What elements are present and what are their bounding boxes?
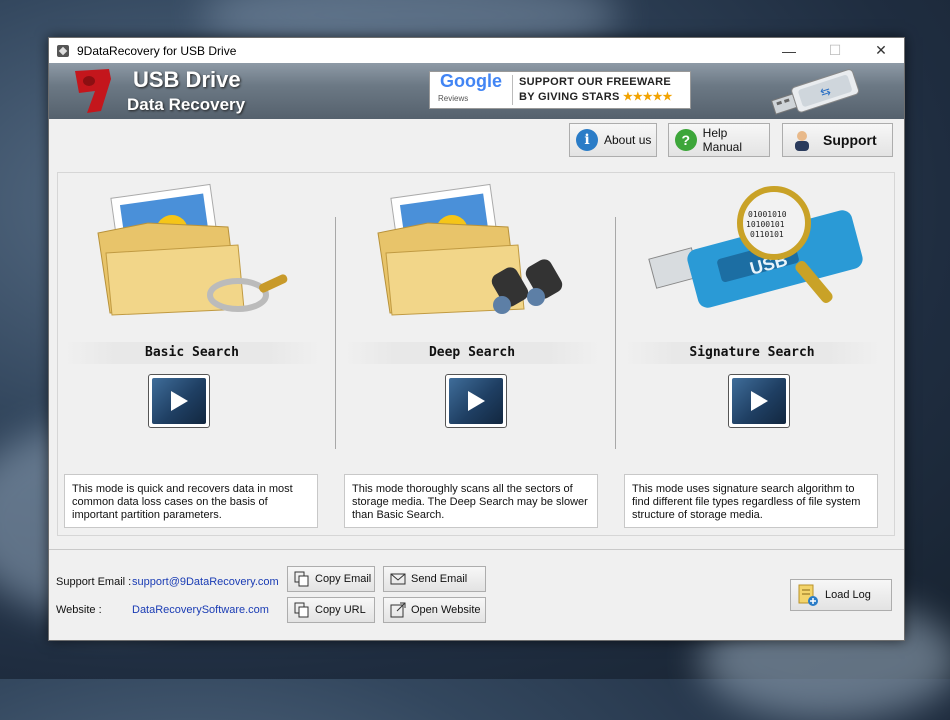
external-link-icon bbox=[390, 602, 406, 618]
header-banner: USB Drive Data Recovery Google Reviews S… bbox=[49, 63, 904, 119]
copy-url-button[interactable]: Copy URL bbox=[287, 597, 375, 623]
mode-deep-search: Deep Search This mode thoroughly scans a… bbox=[338, 173, 600, 535]
deep-search-description: This mode thoroughly scans all the secto… bbox=[344, 474, 598, 528]
toolbar: i About us ? Help Manual Support bbox=[49, 119, 904, 163]
person-icon bbox=[795, 131, 809, 151]
banner-title: USB Drive bbox=[133, 67, 241, 92]
send-email-button[interactable]: Send Email bbox=[383, 566, 486, 592]
envelope-icon bbox=[390, 573, 406, 585]
maximize-button[interactable]: ☐ bbox=[812, 38, 858, 63]
copy-icon bbox=[294, 571, 309, 587]
google-review-banner[interactable]: Google Reviews SUPPORT OUR FREEWARE BY G… bbox=[429, 71, 691, 109]
banner-subtitle: Data Recovery bbox=[127, 95, 246, 114]
promo-line-1: SUPPORT OUR FREEWARE bbox=[519, 76, 672, 88]
open-website-button[interactable]: Open Website bbox=[383, 597, 486, 623]
signature-search-label: Signature Search bbox=[624, 342, 880, 364]
help-manual-button[interactable]: ? Help Manual bbox=[668, 123, 770, 157]
promo-line-2: BY GIVING STARS bbox=[519, 91, 620, 103]
deep-search-label: Deep Search bbox=[344, 342, 600, 364]
basic-search-label: Basic Search bbox=[64, 342, 320, 364]
load-log-label: Load Log bbox=[825, 589, 871, 601]
open-website-label: Open Website bbox=[411, 604, 481, 616]
signature-search-play-button[interactable] bbox=[728, 374, 790, 428]
usb-magnifier-icon: USB 01001010 10100101 0110101 bbox=[648, 186, 863, 308]
copy-url-label: Copy URL bbox=[315, 604, 366, 616]
about-us-button[interactable]: i About us bbox=[569, 123, 657, 157]
folder-binoculars-icon bbox=[377, 183, 563, 316]
stars-rating: ★★★★★ bbox=[623, 91, 673, 103]
title-bar: 9DataRecovery for USB Drive — ☐ ✕ bbox=[49, 38, 904, 63]
support-label: Support bbox=[823, 132, 877, 148]
mode-signature-search: USB 01001010 10100101 0110101 Signature … bbox=[618, 173, 880, 535]
support-email-link[interactable]: support@9DataRecovery.com bbox=[132, 576, 279, 588]
website-link[interactable]: DataRecoverySoftware.com bbox=[132, 604, 269, 616]
divider bbox=[335, 217, 336, 449]
load-log-button[interactable]: Load Log bbox=[790, 579, 892, 611]
info-icon: i bbox=[576, 129, 598, 151]
mode-basic-search: Basic Search This mode is quick and reco… bbox=[58, 173, 320, 535]
signature-search-description: This mode uses signature search algorith… bbox=[624, 474, 878, 528]
divider bbox=[49, 549, 904, 550]
brand-logo-icon bbox=[75, 69, 111, 113]
send-email-label: Send Email bbox=[411, 573, 468, 585]
divider bbox=[615, 217, 616, 449]
minimize-button[interactable]: — bbox=[766, 38, 812, 63]
window-title: 9DataRecovery for USB Drive bbox=[77, 43, 237, 58]
help-manual-label: Help Manual bbox=[702, 126, 743, 154]
play-icon bbox=[468, 391, 485, 411]
play-icon bbox=[751, 391, 768, 411]
google-logo: Google Reviews bbox=[430, 72, 512, 108]
copy-icon bbox=[294, 602, 309, 618]
usb-drive-icon: ⇆ bbox=[770, 69, 860, 115]
app-window: 9DataRecovery for USB Drive — ☐ ✕ USB Dr… bbox=[48, 37, 905, 641]
app-icon bbox=[57, 44, 69, 57]
recovery-modes-panel: Basic Search This mode is quick and reco… bbox=[57, 172, 895, 536]
close-button[interactable]: ✕ bbox=[858, 38, 904, 63]
support-email-label: Support Email : bbox=[56, 576, 132, 588]
log-file-icon bbox=[798, 584, 818, 606]
svg-text:10100101: 10100101 bbox=[746, 220, 785, 229]
about-us-label: About us bbox=[604, 133, 652, 147]
google-word: Google bbox=[440, 71, 502, 91]
basic-search-description: This mode is quick and recovers data in … bbox=[64, 474, 318, 528]
svg-text:0110101: 0110101 bbox=[750, 230, 784, 239]
copy-email-button[interactable]: Copy Email bbox=[287, 566, 375, 592]
svg-text:01001010: 01001010 bbox=[748, 210, 787, 219]
play-icon bbox=[171, 391, 188, 411]
basic-search-play-button[interactable] bbox=[148, 374, 210, 428]
support-button[interactable]: Support bbox=[782, 123, 893, 157]
question-icon: ? bbox=[675, 129, 697, 151]
deep-search-play-button[interactable] bbox=[445, 374, 507, 428]
copy-email-label: Copy Email bbox=[315, 573, 372, 585]
website-label: Website : bbox=[56, 604, 102, 616]
google-reviews-label: Reviews bbox=[438, 94, 469, 103]
folder-magnifier-icon bbox=[97, 183, 288, 316]
